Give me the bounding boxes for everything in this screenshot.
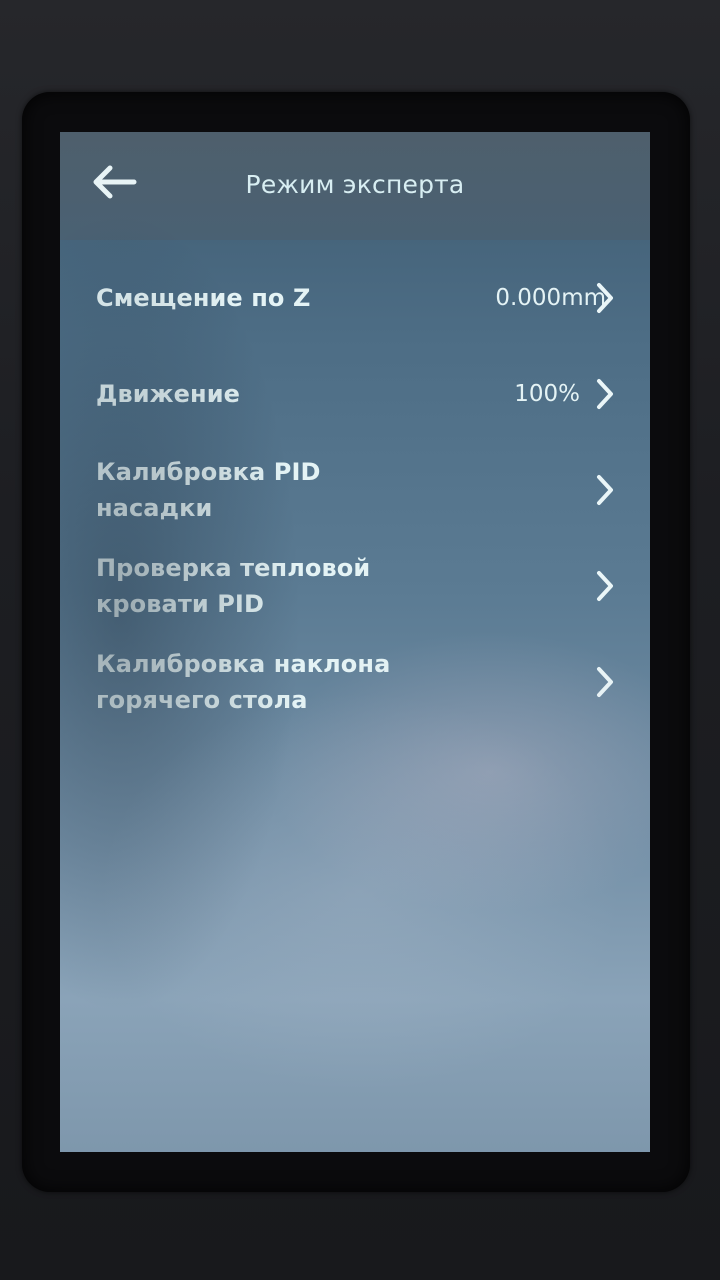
chevron-right-icon (597, 283, 613, 313)
menu-item-bed-pid[interactable]: Проверка тепловой кровати PID (78, 538, 640, 634)
menu-item-label: Проверка тепловой кровати PID (96, 554, 371, 618)
menu-item-label: Калибровка PID насадки (96, 458, 321, 522)
menu-item-z-offset[interactable]: Смещение по Z 0.000mm (78, 250, 640, 346)
menu-item-label: Калибровка наклона горячего стола (96, 650, 391, 714)
menu-item-bed-tilt-calibration[interactable]: Калибровка наклона горячего стола (78, 634, 640, 730)
page-title: Режим эксперта (245, 170, 465, 199)
z-offset-value: 0.000mm (495, 285, 606, 311)
settings-list: Смещение по Z 0.000mm Движение 100% Кали… (78, 240, 640, 730)
menu-item-label: Смещение по Z (96, 284, 311, 312)
chevron-right-icon (597, 571, 613, 601)
chevron-right-icon (597, 379, 613, 409)
menu-item-motion[interactable]: Движение 100% (78, 346, 640, 442)
chevron-right-icon (597, 475, 613, 505)
menu-item-nozzle-pid[interactable]: Калибровка PID насадки (78, 442, 640, 538)
touch-screen: Режим эксперта Смещение по Z 0.000mm Дви… (60, 132, 650, 1152)
top-bar: Режим эксперта (60, 132, 650, 240)
chevron-right-icon (597, 667, 613, 697)
menu-item-label: Движение (96, 380, 241, 408)
motion-value: 100% (514, 381, 580, 407)
device-body: Режим эксперта Смещение по Z 0.000mm Дви… (0, 0, 720, 1280)
